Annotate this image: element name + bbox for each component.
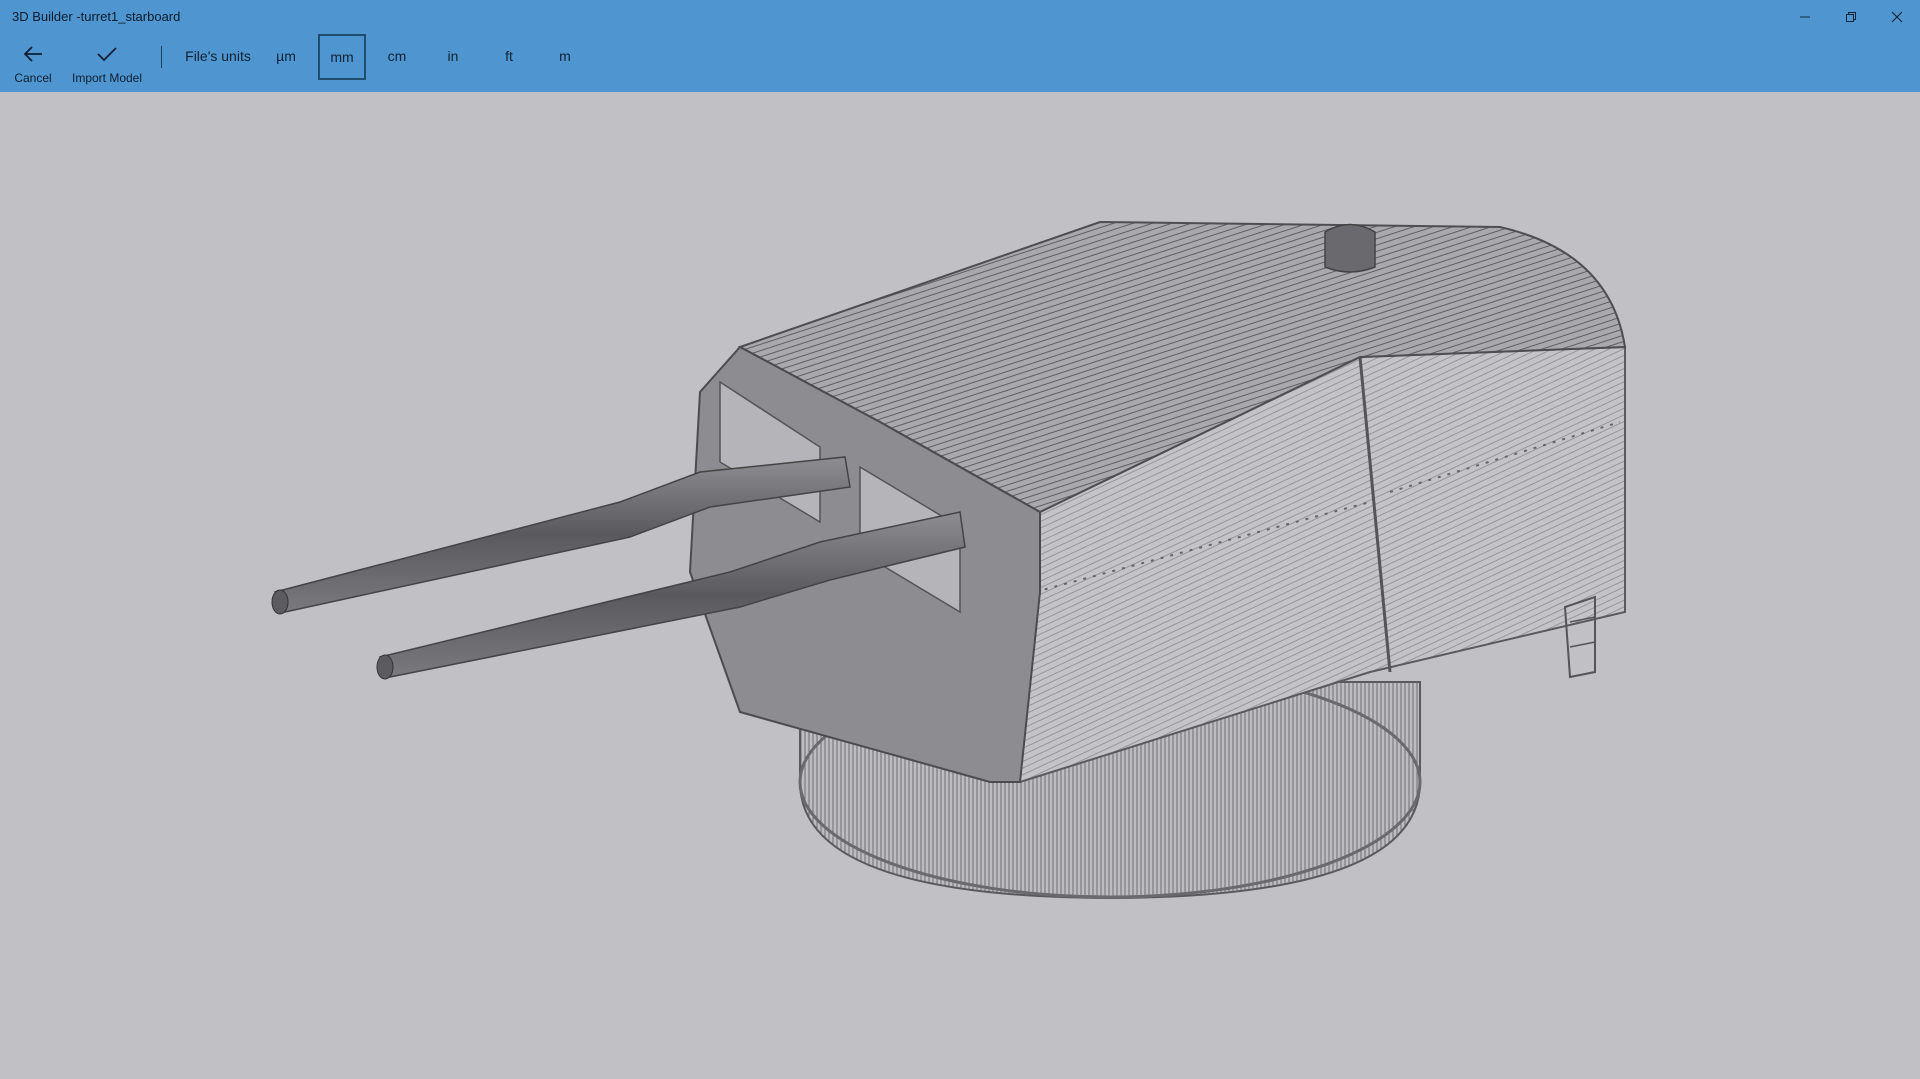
- title-bar: 3D Builder -turret1_starboard: [0, 0, 1920, 33]
- file-units-label: File's units: [185, 47, 251, 64]
- unit-millimeter-button[interactable]: mm: [318, 34, 366, 80]
- unit-micrometer-button[interactable]: µm: [267, 33, 305, 78]
- unit-meter-button[interactable]: m: [545, 33, 585, 78]
- restore-button[interactable]: [1828, 0, 1874, 33]
- cancel-label: Cancel: [14, 71, 52, 85]
- checkmark-icon: [97, 47, 117, 62]
- minimize-icon: [1800, 16, 1810, 17]
- toolbar-divider: [161, 46, 162, 68]
- import-model-label: Import Model: [71, 71, 143, 85]
- 3d-viewport[interactable]: [0, 92, 1920, 1079]
- unit-inch-button[interactable]: in: [433, 33, 473, 78]
- close-icon: [1891, 11, 1903, 22]
- turret-model[interactable]: [0, 92, 1920, 1079]
- cancel-button[interactable]: Cancel: [10, 33, 56, 90]
- unit-centimeter-button[interactable]: cm: [377, 33, 417, 78]
- close-button[interactable]: [1874, 0, 1920, 33]
- window-title: 3D Builder -turret1_starboard: [12, 9, 181, 24]
- back-arrow-icon: [23, 46, 42, 62]
- import-toolbar: Cancel Import Model File's units µm mm c…: [0, 33, 1920, 92]
- unit-foot-button[interactable]: ft: [489, 33, 529, 78]
- restore-icon: [1846, 11, 1856, 22]
- minimize-button[interactable]: [1782, 0, 1828, 33]
- import-model-button[interactable]: Import Model: [66, 33, 148, 90]
